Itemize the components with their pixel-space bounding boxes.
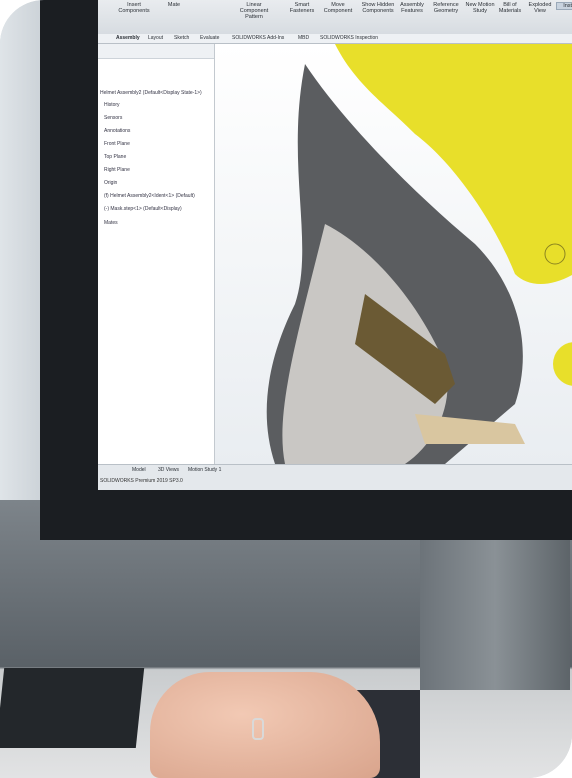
tree-item-sensors[interactable]: Sensors [104,115,122,121]
tree-item-origin[interactable]: Origin [104,180,117,186]
tree-item-helmet[interactable]: (f) Helmet Assembly2<Ident<1> (Default) [104,193,195,199]
tab-evaluate[interactable]: Evaluate [200,35,219,41]
tree-item-annotations[interactable]: Annotations [104,128,130,134]
tab-layout[interactable]: Layout [148,35,163,41]
helmet-model [266,44,572,464]
ribbon-assembly-features[interactable]: Assembly Features [394,2,430,14]
ribbon-instant3d[interactable]: Instant3D [556,2,572,10]
ring [252,718,264,740]
ribbon-smart-fasteners[interactable]: Smart Fasteners [284,2,320,14]
tab-3d-views[interactable]: 3D Views [158,467,179,473]
tree-toolbar [98,44,214,59]
tab-inspection[interactable]: SOLIDWORKS Inspection [320,35,378,41]
command-tabs: Assembly Layout Sketch Evaluate SOLIDWOR… [98,34,572,44]
3d-viewport[interactable] [215,44,572,464]
tree-item-mask[interactable]: (-) Mask.step<1> (Default<Display) [104,206,182,212]
ribbon-show-hidden[interactable]: Show Hidden Components [360,2,396,14]
tab-addins[interactable]: SOLIDWORKS Add-Ins [232,35,284,41]
ribbon-insert-components[interactable]: Insert Components [116,2,152,14]
tree-item-top-plane[interactable]: Top Plane [104,154,126,160]
ribbon-linear-pattern[interactable]: Linear Component Pattern [236,2,272,20]
ribbon-reference-geometry[interactable]: Reference Geometry [428,2,464,14]
tab-sketch[interactable]: Sketch [174,35,189,41]
tab-model[interactable]: Model [132,467,146,473]
monitor: Insert Components Mate Linear Component … [40,0,572,540]
tree-item-front-plane[interactable]: Front Plane [104,141,130,147]
keyboard [0,668,145,748]
status-bar: Model 3D Views Motion Study 1 SOLIDWORKS… [98,464,572,490]
monitor-stand [420,540,570,690]
tree-root[interactable]: Helmet Assembly2 (Default<Display State-… [100,90,202,96]
ribbon-toolbar: Insert Components Mate Linear Component … [98,0,572,35]
photo-frame: Insert Components Mate Linear Component … [0,0,572,778]
ribbon-move-component[interactable]: Move Component [320,2,356,14]
ribbon-exploded-view[interactable]: Exploded View [522,2,558,14]
tab-mbd[interactable]: MBD [298,35,309,41]
hand [150,672,380,778]
cad-screen: Insert Components Mate Linear Component … [98,0,572,490]
tab-assembly[interactable]: Assembly [116,35,140,41]
tree-item-right-plane[interactable]: Right Plane [104,167,130,173]
tree-item-mates[interactable]: Mates [104,220,118,226]
ribbon-mate[interactable]: Mate [156,2,192,8]
status-text: SOLIDWORKS Premium 2019 SP3.0 [100,478,183,484]
tree-item-history[interactable]: History [104,102,120,108]
feature-manager-tree: Helmet Assembly2 (Default<Display State-… [98,44,215,464]
tab-motion-study[interactable]: Motion Study 1 [188,467,221,473]
